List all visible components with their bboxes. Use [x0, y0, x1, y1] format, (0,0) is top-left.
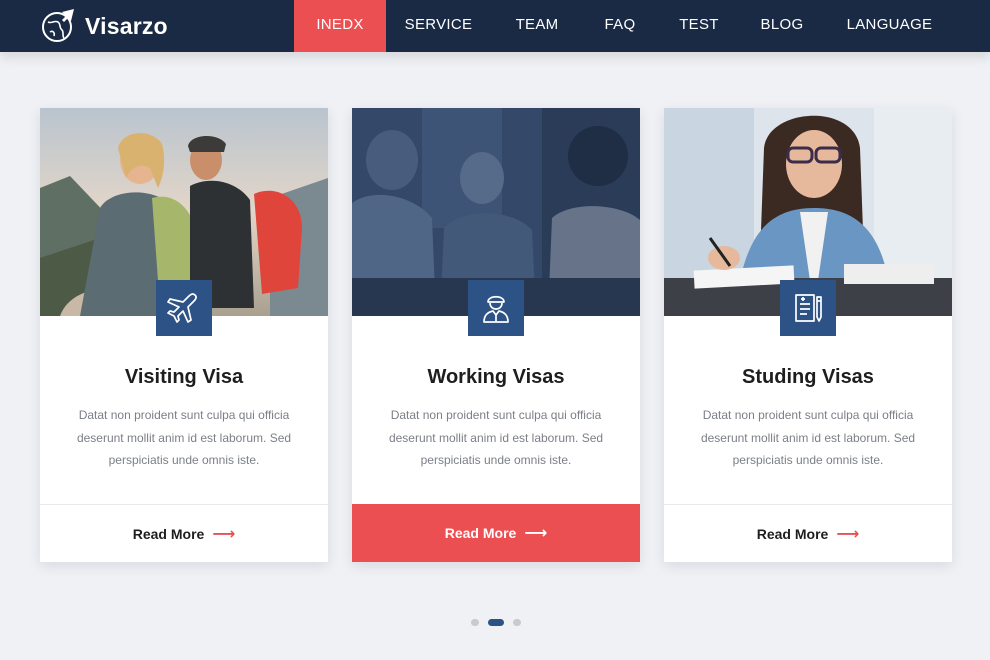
- nav-item-faq[interactable]: FAQ: [583, 0, 657, 52]
- card-title: Working Visas: [427, 366, 565, 388]
- read-more-button[interactable]: Read More ⟶: [664, 504, 952, 562]
- service-card-visiting: Visiting Visa Datat non proident sunt cu…: [40, 108, 328, 562]
- carousel-dot-1[interactable]: [471, 618, 479, 626]
- read-more-label: Read More: [756, 525, 829, 542]
- arrow-right-icon: ⟶: [524, 525, 548, 542]
- carousel-dot-3[interactable]: [513, 618, 521, 626]
- brand-name: Visarzo: [85, 12, 168, 39]
- carousel-dot-2[interactable]: [488, 618, 504, 626]
- card-description: Datat non proident sunt culpa qui offici…: [76, 408, 292, 467]
- read-more-label: Read More: [444, 525, 517, 541]
- airplane-icon: [167, 293, 197, 323]
- carousel-pagination: [471, 618, 521, 626]
- nav-item-index[interactable]: INEDX: [294, 0, 386, 52]
- worker-icon: [483, 295, 509, 323]
- arrow-right-icon: ⟶: [212, 525, 236, 543]
- main-nav: INEDX SERVICE TEAM FAQ TEST BLOG LANGUAG…: [294, 0, 956, 52]
- card-icon-badge: [156, 280, 212, 336]
- nav-item-test[interactable]: TEST: [657, 0, 741, 52]
- nav-item-blog[interactable]: BLOG: [741, 0, 823, 52]
- card-description: Datat non proident sunt culpa qui offici…: [700, 408, 916, 467]
- globe-plane-icon: [42, 9, 74, 42]
- read-more-button[interactable]: Read More ⟶: [40, 504, 328, 562]
- top-navbar: Visarzo INEDX SERVICE TEAM FAQ TEST BLOG…: [0, 0, 990, 52]
- service-card-working: Working Visas Datat non proident sunt cu…: [352, 108, 640, 562]
- nav-item-team[interactable]: TEAM: [491, 0, 583, 52]
- service-card-studying: Studing Visas Datat non proident sunt cu…: [664, 108, 952, 562]
- card-icon-badge: [468, 280, 524, 336]
- card-title: Studing Visas: [742, 366, 874, 388]
- read-more-label: Read More: [132, 525, 205, 542]
- read-more-button[interactable]: Read More ⟶: [352, 504, 640, 562]
- arrow-right-icon: ⟶: [836, 525, 860, 543]
- nav-item-language[interactable]: LANGUAGE: [823, 0, 956, 52]
- notebook-icon: [795, 294, 822, 322]
- card-description: Datat non proident sunt culpa qui offici…: [388, 408, 604, 467]
- nav-item-service[interactable]: SERVICE: [386, 0, 491, 52]
- card-title: Visiting Visa: [124, 366, 244, 388]
- card-icon-badge: [780, 280, 836, 336]
- brand-logo[interactable]: Visarzo: [40, 7, 168, 45]
